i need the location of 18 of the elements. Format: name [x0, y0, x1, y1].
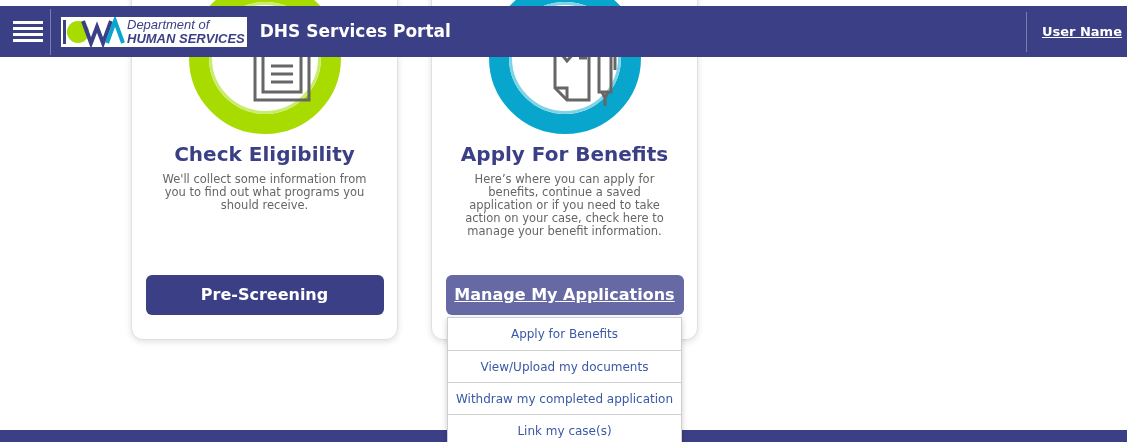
logo-mark-icon: [61, 16, 125, 47]
department-logo[interactable]: Department of HUMAN SERVICES: [60, 15, 248, 48]
menu-icon[interactable]: [13, 19, 43, 44]
card-title: Check Eligibility: [174, 141, 355, 168]
card-description: Here’s where you can apply for benefits, continue a saved application or if you need to take action on your case, check here to manage your benefit information.: [464, 173, 665, 238]
menu-item[interactable]: View/Upload my documents: [448, 350, 681, 382]
card-button[interactable]: Manage My Applications: [445, 275, 684, 315]
user-name-link[interactable]: User Name: [1041, 21, 1122, 42]
portal-title: DHS Services Portal: [259, 19, 451, 43]
card-button[interactable]: Pre-Screening: [145, 275, 384, 315]
menu-item[interactable]: Apply for Benefits: [448, 318, 681, 350]
document-icon: [252, 56, 311, 102]
card-title: Apply For Benefits: [460, 141, 669, 168]
menu-item[interactable]: Withdraw my completed application: [448, 382, 681, 414]
logo-text: HUMAN SERVICES: [127, 31, 245, 46]
logo-text: Department of: [127, 17, 212, 32]
menu-item[interactable]: Link my case(s): [448, 414, 681, 442]
card-description: We'll collect some information from you to find out what programs you should receive.: [161, 173, 368, 212]
